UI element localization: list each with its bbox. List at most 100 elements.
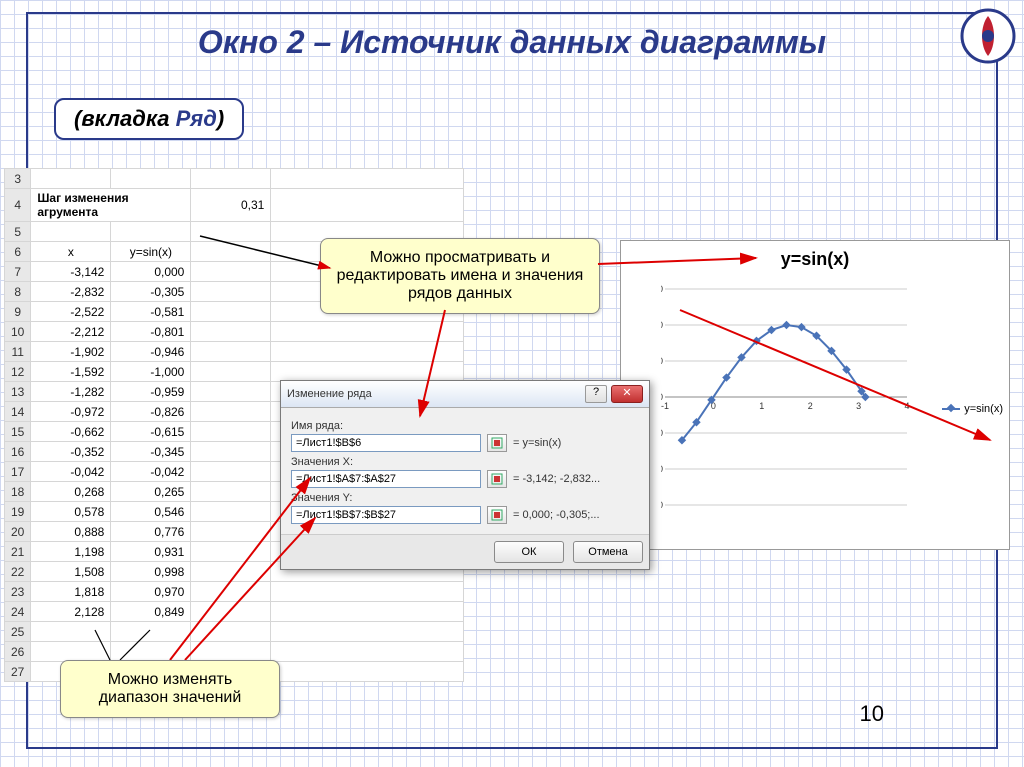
cell-y [111, 222, 191, 242]
subtitle-suffix: ) [217, 106, 224, 131]
cell-x: -1,282 [31, 382, 111, 402]
row-header: 10 [5, 322, 31, 342]
row-header: 15 [5, 422, 31, 442]
cell-y: -0,042 [111, 462, 191, 482]
cell-y: -0,345 [111, 442, 191, 462]
cell-y: 0,000 [111, 262, 191, 282]
name-label: Имя ряда: [291, 420, 639, 432]
cell-x: -2,212 [31, 322, 111, 342]
page-number: 10 [860, 701, 884, 727]
cell-x: 2,128 [31, 602, 111, 622]
cell-x: -1,592 [31, 362, 111, 382]
logo [960, 8, 1016, 64]
row-header: 9 [5, 302, 31, 322]
cell-x: 1,508 [31, 562, 111, 582]
cell-y: -0,305 [111, 282, 191, 302]
svg-text:1,500: 1,500 [661, 285, 663, 294]
close-button[interactable]: ✕ [611, 385, 643, 403]
cell-x: 1,198 [31, 542, 111, 562]
svg-text:1: 1 [759, 401, 764, 411]
col-header-y: y=sin(x) [111, 242, 191, 262]
row-header: 23 [5, 582, 31, 602]
svg-text:-0,500: -0,500 [661, 428, 663, 438]
cell-y: -0,959 [111, 382, 191, 402]
dialog-title: Изменение ряда [287, 388, 585, 400]
range-select-icon[interactable] [487, 470, 507, 488]
x-values-input[interactable] [291, 470, 481, 488]
cell-x: 0,268 [31, 482, 111, 502]
help-button[interactable]: ? [585, 385, 607, 403]
row-header: 22 [5, 562, 31, 582]
cell-y: 0,970 [111, 582, 191, 602]
col-header-x: x [31, 242, 111, 262]
row-header: 4 [5, 189, 31, 222]
callout-top: Можно просматривать и редактировать имен… [320, 238, 600, 314]
cell-y: 0,849 [111, 602, 191, 622]
cell-y [111, 622, 191, 642]
cell-y: -0,801 [111, 322, 191, 342]
callout-bottom: Можно изменять диапазон значений [60, 660, 280, 718]
cell-x: -0,662 [31, 422, 111, 442]
svg-text:2: 2 [808, 401, 813, 411]
row-header: 3 [5, 169, 31, 189]
cell-x: -3,142 [31, 262, 111, 282]
row-header: 13 [5, 382, 31, 402]
svg-text:1,000: 1,000 [661, 320, 663, 330]
chart-legend: y=sin(x) [942, 403, 1003, 415]
cell-y: 0,931 [111, 542, 191, 562]
svg-text:0,500: 0,500 [661, 356, 663, 366]
ok-button[interactable]: ОК [494, 541, 564, 563]
row-header: 26 [5, 642, 31, 662]
x-label: Значения X: [291, 456, 639, 468]
row-header: 12 [5, 362, 31, 382]
subtitle-em: Ряд [176, 106, 217, 131]
cell-x [31, 642, 111, 662]
chart: y=sin(x) -1,500-1,000-0,5000,0000,5001,0… [620, 240, 1010, 550]
cell-x: -0,972 [31, 402, 111, 422]
x-sample: = -3,142; -2,832... [513, 473, 600, 485]
row-header: 6 [5, 242, 31, 262]
row-header: 19 [5, 502, 31, 522]
step-label: Шаг изменения агрумента [31, 189, 191, 222]
row-header: 7 [5, 262, 31, 282]
cell-y: 0,776 [111, 522, 191, 542]
cell-x: -1,902 [31, 342, 111, 362]
row-header: 18 [5, 482, 31, 502]
row-header: 24 [5, 602, 31, 622]
cell-x: -0,352 [31, 442, 111, 462]
row-header: 25 [5, 622, 31, 642]
row-header: 14 [5, 402, 31, 422]
edit-series-dialog: Изменение ряда ? ✕ Имя ряда: = y=sin(x) … [280, 380, 650, 570]
cell-y: 0,265 [111, 482, 191, 502]
chart-title: y=sin(x) [621, 241, 1009, 278]
name-sample: = y=sin(x) [513, 437, 561, 449]
row-header: 11 [5, 342, 31, 362]
y-label: Значения Y: [291, 492, 639, 504]
cancel-button[interactable]: Отмена [573, 541, 643, 563]
cell-y: -0,581 [111, 302, 191, 322]
subtitle-prefix: (вкладка [74, 106, 176, 131]
svg-text:-1: -1 [661, 401, 669, 411]
cell-x: 0,578 [31, 502, 111, 522]
cell-y: 0,546 [111, 502, 191, 522]
cell-y [111, 642, 191, 662]
cell-x [31, 622, 111, 642]
row-header: 8 [5, 282, 31, 302]
row-header: 20 [5, 522, 31, 542]
y-values-input[interactable] [291, 506, 481, 524]
legend-label: y=sin(x) [964, 403, 1003, 415]
row-header: 5 [5, 222, 31, 242]
series-name-input[interactable] [291, 434, 481, 452]
range-select-icon[interactable] [487, 434, 507, 452]
step-value: 0,31 [191, 189, 271, 222]
cell-x: -2,832 [31, 282, 111, 302]
chart-plot: -1,500-1,000-0,5000,0000,5001,0001,500-1… [661, 285, 911, 525]
cell-x: 0,888 [31, 522, 111, 542]
svg-text:-1,000: -1,000 [661, 464, 663, 474]
cell-y: -0,615 [111, 422, 191, 442]
cell-y: -0,946 [111, 342, 191, 362]
cell-y: -1,000 [111, 362, 191, 382]
cell-y: 0,998 [111, 562, 191, 582]
range-select-icon[interactable] [487, 506, 507, 524]
cell-x: -0,042 [31, 462, 111, 482]
